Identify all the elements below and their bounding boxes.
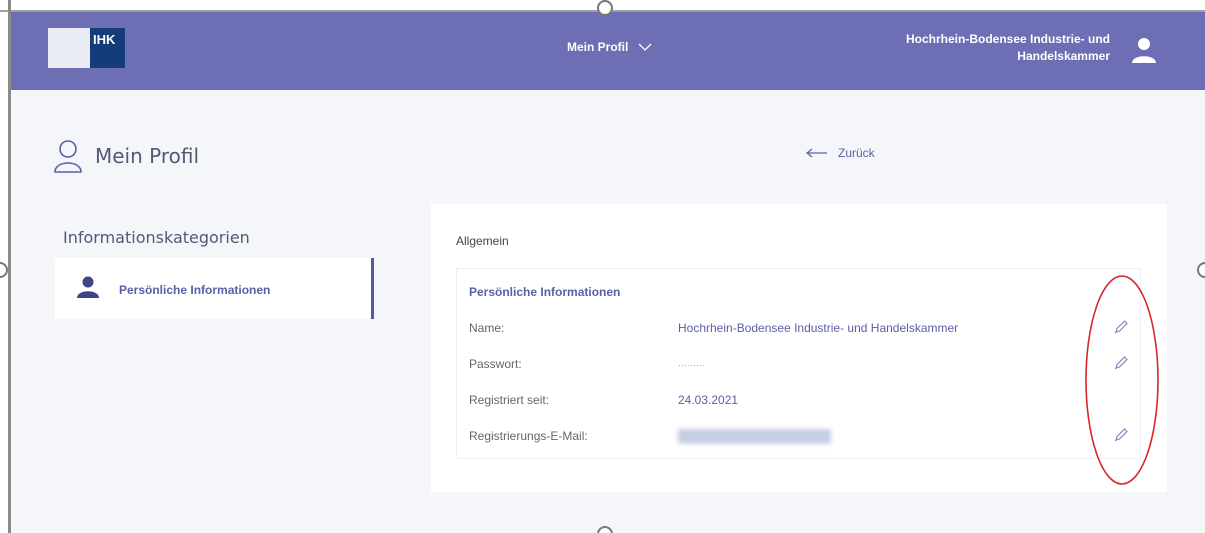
back-link-label: Zurück: [838, 146, 875, 160]
profile-menu-dropdown[interactable]: Mein Profil: [567, 40, 652, 54]
row-label: Passwort:: [469, 357, 522, 371]
resize-handle-top[interactable]: [597, 0, 613, 16]
edit-pencil-icon[interactable]: [1112, 426, 1130, 444]
app-window: IHK Mein Profil Hochrhein-Bodensee Indus…: [11, 12, 1205, 533]
row-value: ·········: [678, 360, 705, 370]
back-link[interactable]: Zurück: [806, 146, 875, 160]
top-header: IHK Mein Profil Hochrhein-Bodensee Indus…: [11, 12, 1205, 90]
sidebar-item-persoenliche-informationen[interactable]: Persönliche Informationen: [55, 258, 374, 319]
info-row-password: Passwort: ·········: [469, 354, 1134, 377]
user-icon[interactable]: [1130, 36, 1158, 64]
page-title-text: Mein Profil: [95, 144, 200, 168]
chevron-down-icon: [638, 43, 652, 51]
user-icon: [77, 276, 99, 298]
arrow-left-icon: [806, 148, 827, 158]
section-title: Allgemein: [456, 234, 509, 248]
edit-pencil-icon[interactable]: [1112, 318, 1130, 336]
resize-handle-left[interactable]: [0, 262, 8, 278]
page-title: Mein Profil: [53, 139, 199, 173]
logo-white-block: [48, 28, 90, 68]
row-label: Registrierungs-E-Mail:: [469, 429, 588, 443]
categories-heading: Informationskategorien: [63, 228, 250, 247]
redacted-email-value: ██████████████████: [678, 429, 832, 443]
row-value: Hochrhein-Bodensee Industrie- und Handel…: [678, 321, 959, 335]
sidebar-item-label: Persönliche Informationen: [119, 283, 271, 297]
row-label: Name:: [469, 321, 505, 335]
info-row-name: Name: Hochrhein-Bodensee Industrie- und …: [469, 318, 1134, 341]
row-value: 24.03.2021: [678, 393, 739, 407]
info-row-registered-since: Registriert seit: 24.03.2021: [469, 393, 1134, 413]
profile-details-card: Allgemein Persönliche Informationen Name…: [431, 204, 1167, 492]
profile-menu-label: Mein Profil: [567, 40, 629, 54]
edit-pencil-icon[interactable]: [1112, 354, 1130, 372]
info-row-registration-email: Registrierungs-E-Mail: █████████████████…: [469, 426, 1134, 449]
info-box-title: Persönliche Informationen: [469, 285, 621, 299]
logo-text: IHK: [90, 28, 125, 68]
personal-info-box: Persönliche Informationen Name: Hochrhei…: [456, 268, 1141, 459]
row-label: Registriert seit:: [469, 393, 550, 407]
organization-name: Hochrhein-Bodensee Industrie- und Handel…: [905, 32, 1110, 63]
ihk-logo[interactable]: IHK: [48, 28, 125, 68]
user-outline-icon: [54, 140, 82, 173]
